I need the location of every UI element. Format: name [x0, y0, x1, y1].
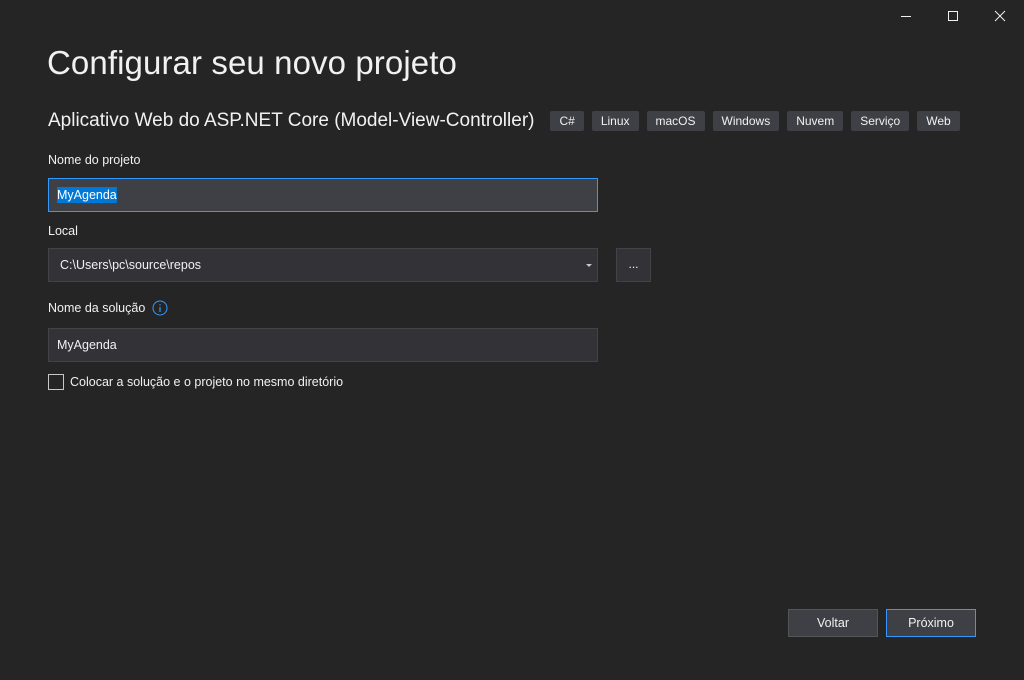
tag-windows: Windows — [712, 111, 780, 131]
tag-macos: macOS — [646, 111, 705, 131]
template-name: Aplicativo Web do ASP.NET Core (Model-Vi… — [48, 110, 535, 131]
browse-button[interactable]: ... — [616, 248, 651, 282]
minimize-icon — [901, 16, 911, 17]
page-title: Configurar seu novo projeto — [47, 44, 457, 81]
info-icon[interactable] — [152, 300, 168, 316]
location-label: Local — [48, 224, 78, 238]
back-button[interactable]: Voltar — [788, 609, 878, 637]
tag-nuvem: Nuvem — [787, 111, 844, 131]
solution-name-input[interactable]: MyAgenda — [48, 328, 598, 362]
project-name-input[interactable]: MyAgenda — [48, 178, 598, 212]
maximize-icon — [948, 11, 958, 21]
tag-csharp: C# — [550, 111, 584, 131]
tag-servico: Serviço — [851, 111, 910, 131]
minimize-button[interactable] — [883, 0, 929, 32]
project-name-label: Nome do projeto — [48, 153, 141, 167]
location-value: C:\Users\pc\source\repos — [60, 258, 202, 272]
template-tags: C# Linux macOS Windows Nuvem Serviço Web — [550, 111, 967, 131]
project-name-value: MyAgenda — [57, 187, 117, 203]
next-button[interactable]: Próximo — [886, 609, 976, 637]
solution-name-label: Nome da solução — [48, 300, 168, 316]
solution-name-value: MyAgenda — [57, 338, 117, 352]
chevron-down-icon[interactable] — [585, 261, 593, 269]
same-directory-label[interactable]: Colocar a solução e o projeto no mesmo d… — [70, 375, 343, 389]
same-directory-checkbox[interactable] — [48, 374, 64, 390]
template-header: Aplicativo Web do ASP.NET Core (Model-Vi… — [48, 110, 968, 132]
close-icon — [994, 10, 1006, 22]
tag-web: Web — [917, 111, 960, 131]
tag-linux: Linux — [591, 111, 639, 131]
solution-name-label-text: Nome da solução — [48, 301, 146, 315]
location-combobox[interactable]: C:\Users\pc\source\repos — [48, 248, 598, 282]
close-button[interactable] — [977, 0, 1023, 32]
same-directory-option[interactable]: Colocar a solução e o projeto no mesmo d… — [48, 374, 343, 390]
maximize-button[interactable] — [930, 0, 976, 32]
